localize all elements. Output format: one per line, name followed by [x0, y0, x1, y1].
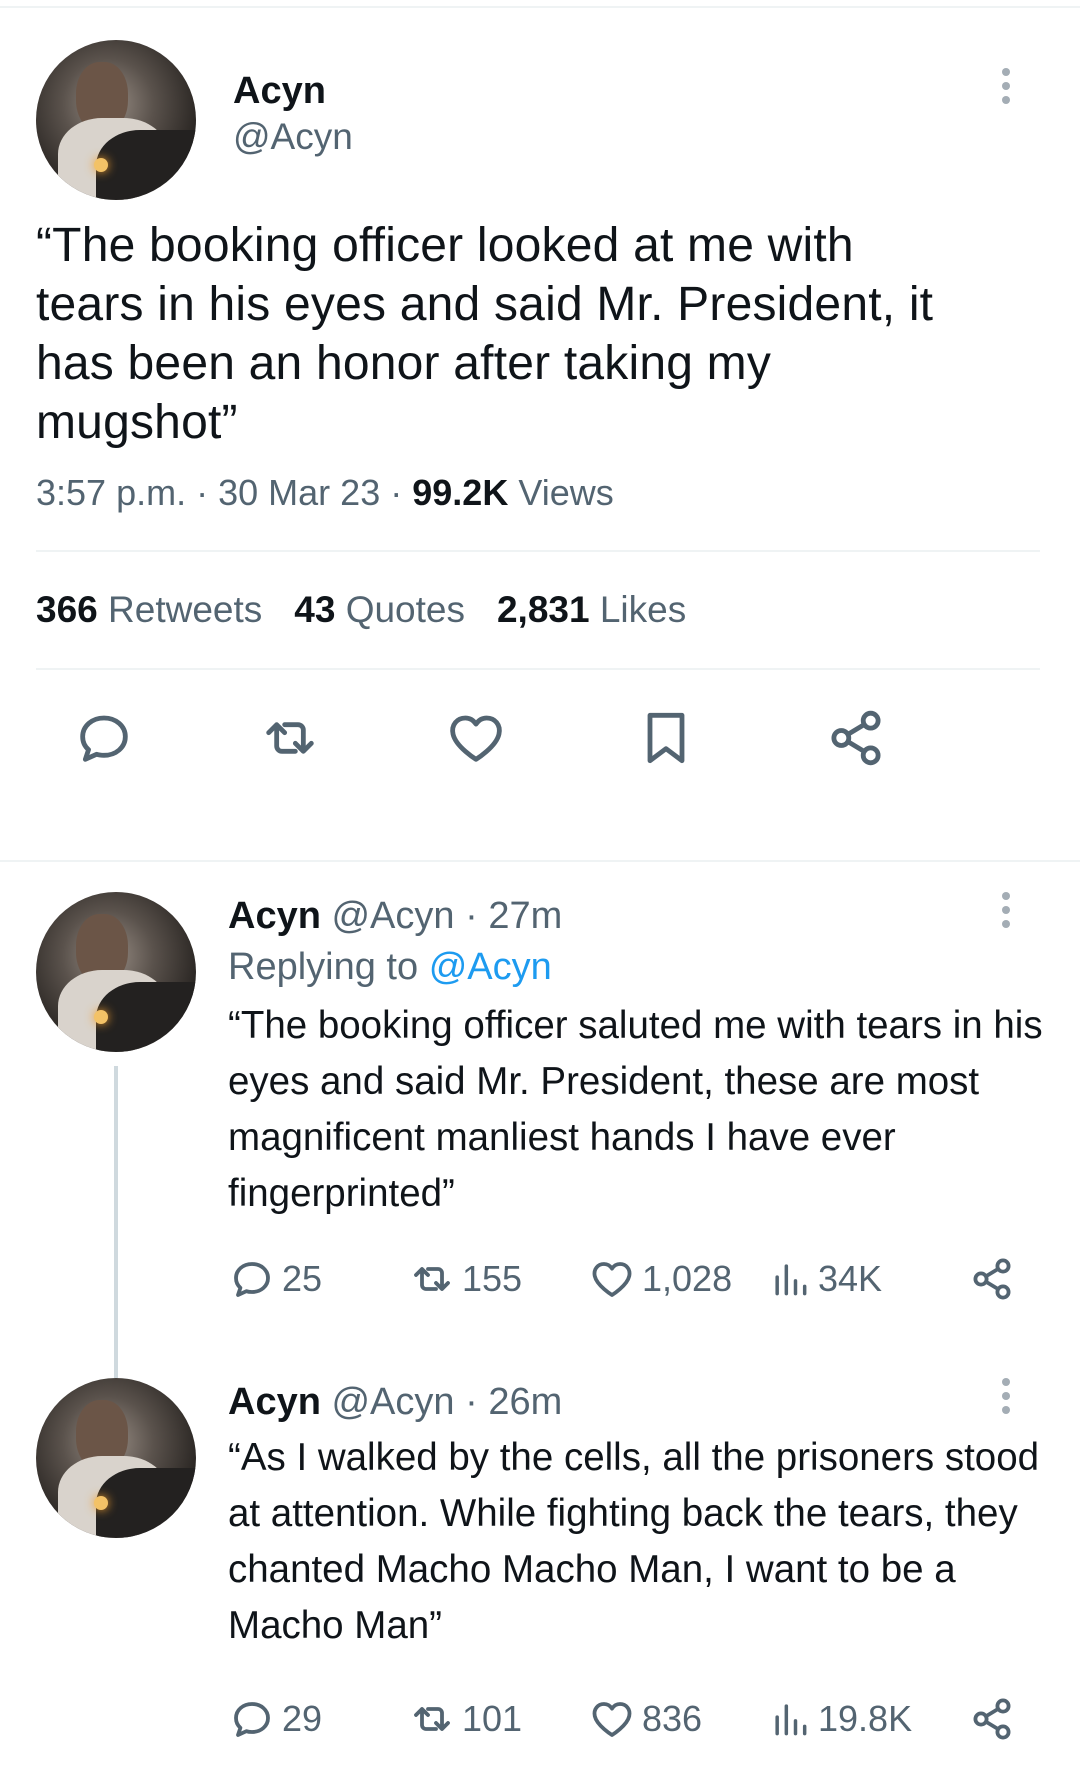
retweets-count: 366: [36, 589, 98, 630]
share-icon: [973, 1258, 1011, 1300]
author-name[interactable]: Acyn: [228, 895, 321, 937]
views-button[interactable]: 34K: [768, 1254, 882, 1304]
replying-label: Replying to: [228, 946, 419, 988]
views-icon: [775, 1704, 807, 1736]
reply-count: 29: [282, 1698, 323, 1739]
retweet-icon: [414, 1267, 450, 1291]
meta-separator: ·: [465, 1381, 478, 1423]
view-count: 19.8K: [818, 1698, 913, 1739]
share-button[interactable]: [968, 1254, 1022, 1304]
tweet-actions: 29 101 836 19.8K: [228, 1694, 1044, 1744]
quotes-label: Quotes: [345, 589, 465, 630]
retweet-count: 101: [462, 1698, 523, 1739]
retweet-button[interactable]: 101: [408, 1694, 522, 1744]
views-label: Views: [518, 472, 614, 513]
reply-button[interactable]: 25: [228, 1254, 322, 1304]
tweet-text: “The booking officer saluted me with tea…: [228, 1004, 1043, 1215]
main-tweet-header: Acyn @Acyn: [36, 40, 1044, 200]
reply-body: Acyn @Acyn · 27m Replying to @Acyn “The …: [228, 892, 1044, 1304]
like-icon: [592, 1702, 632, 1737]
tweet-time[interactable]: 26m: [488, 1381, 562, 1423]
tweet-time[interactable]: 27m: [488, 895, 562, 937]
reply-header: Acyn @Acyn · 27m: [228, 892, 1044, 940]
meta-separator: ·: [465, 895, 478, 937]
section-divider: [0, 860, 1080, 862]
quotes-stat[interactable]: 43 Quotes: [294, 589, 465, 631]
quotes-count: 43: [294, 589, 336, 630]
reply-count: 25: [282, 1258, 323, 1299]
like-count: 1,028: [642, 1258, 733, 1299]
avatar[interactable]: [36, 40, 196, 200]
retweets-stat[interactable]: 366 Retweets: [36, 589, 262, 631]
replying-to-link[interactable]: @Acyn: [429, 946, 552, 988]
author-handle[interactable]: @Acyn: [233, 116, 353, 158]
like-button[interactable]: 836: [588, 1694, 702, 1744]
share-icon: [973, 1698, 1011, 1740]
tweet-actions: [36, 670, 1044, 798]
tweet-meta: 3:57 p.m. · 30 Mar 23 · 99.2K Views: [36, 472, 1044, 514]
share-icon[interactable]: [824, 706, 888, 770]
reply-tweet[interactable]: Acyn @Acyn · 27m Replying to @Acyn “The …: [36, 892, 1044, 1300]
likes-label: Likes: [599, 589, 687, 630]
like-icon: [592, 1262, 632, 1297]
view-count: 34K: [818, 1258, 883, 1299]
meta-separator: ·: [196, 472, 209, 513]
likes-stat[interactable]: 2,831 Likes: [497, 589, 686, 631]
reply-body: Acyn @Acyn · 26m “As I walked by the cel…: [228, 1378, 1044, 1744]
retweets-label: Retweets: [108, 589, 263, 630]
author-name[interactable]: Acyn: [233, 70, 326, 113]
author-handle[interactable]: @Acyn: [331, 1381, 454, 1423]
retweet-button[interactable]: 155: [408, 1254, 522, 1304]
like-count: 836: [642, 1698, 703, 1739]
views-button[interactable]: 19.8K: [768, 1694, 912, 1744]
like-icon[interactable]: [444, 706, 508, 770]
retweet-count: 155: [462, 1258, 523, 1299]
author-handle[interactable]: @Acyn: [331, 895, 454, 937]
likes-count: 2,831: [496, 589, 590, 630]
views-icon: [775, 1264, 807, 1296]
reply-icon: [234, 1702, 270, 1737]
more-options-icon[interactable]: [1002, 68, 1012, 110]
replying-to: Replying to @Acyn: [228, 940, 1044, 994]
retweet-icon[interactable]: [258, 706, 322, 770]
engagement-stats: 366 Retweets 43 Quotes 2,831 Likes: [36, 552, 1044, 668]
main-tweet: Acyn @Acyn “The booking officer looked a…: [36, 40, 1044, 798]
reply-button[interactable]: 29: [228, 1694, 322, 1744]
avatar[interactable]: [36, 892, 196, 1052]
retweet-icon: [414, 1707, 450, 1731]
tweet-date[interactable]: 30 Mar 23: [218, 472, 380, 513]
top-divider: [0, 6, 1080, 8]
tweet-time[interactable]: 3:57 p.m.: [36, 472, 186, 513]
views-count: 99.2K: [412, 472, 509, 513]
author-name[interactable]: Acyn: [228, 1381, 321, 1423]
tweet-text: “As I walked by the cells, all the priso…: [228, 1436, 1040, 1647]
reply-icon[interactable]: [72, 706, 136, 770]
tweet-actions: 25 155 1,028 34K: [228, 1254, 1044, 1304]
tweet-text: “The booking officer looked at me with t…: [36, 219, 934, 449]
avatar[interactable]: [36, 1378, 196, 1538]
meta-separator: ·: [390, 472, 403, 513]
reply-tweet[interactable]: Acyn @Acyn · 26m “As I walked by the cel…: [36, 1378, 1044, 1768]
share-button[interactable]: [968, 1694, 1022, 1744]
reply-icon: [234, 1262, 270, 1297]
reply-header: Acyn @Acyn · 26m: [228, 1378, 1044, 1426]
like-button[interactable]: 1,028: [588, 1254, 732, 1304]
bookmark-icon[interactable]: [634, 706, 698, 770]
